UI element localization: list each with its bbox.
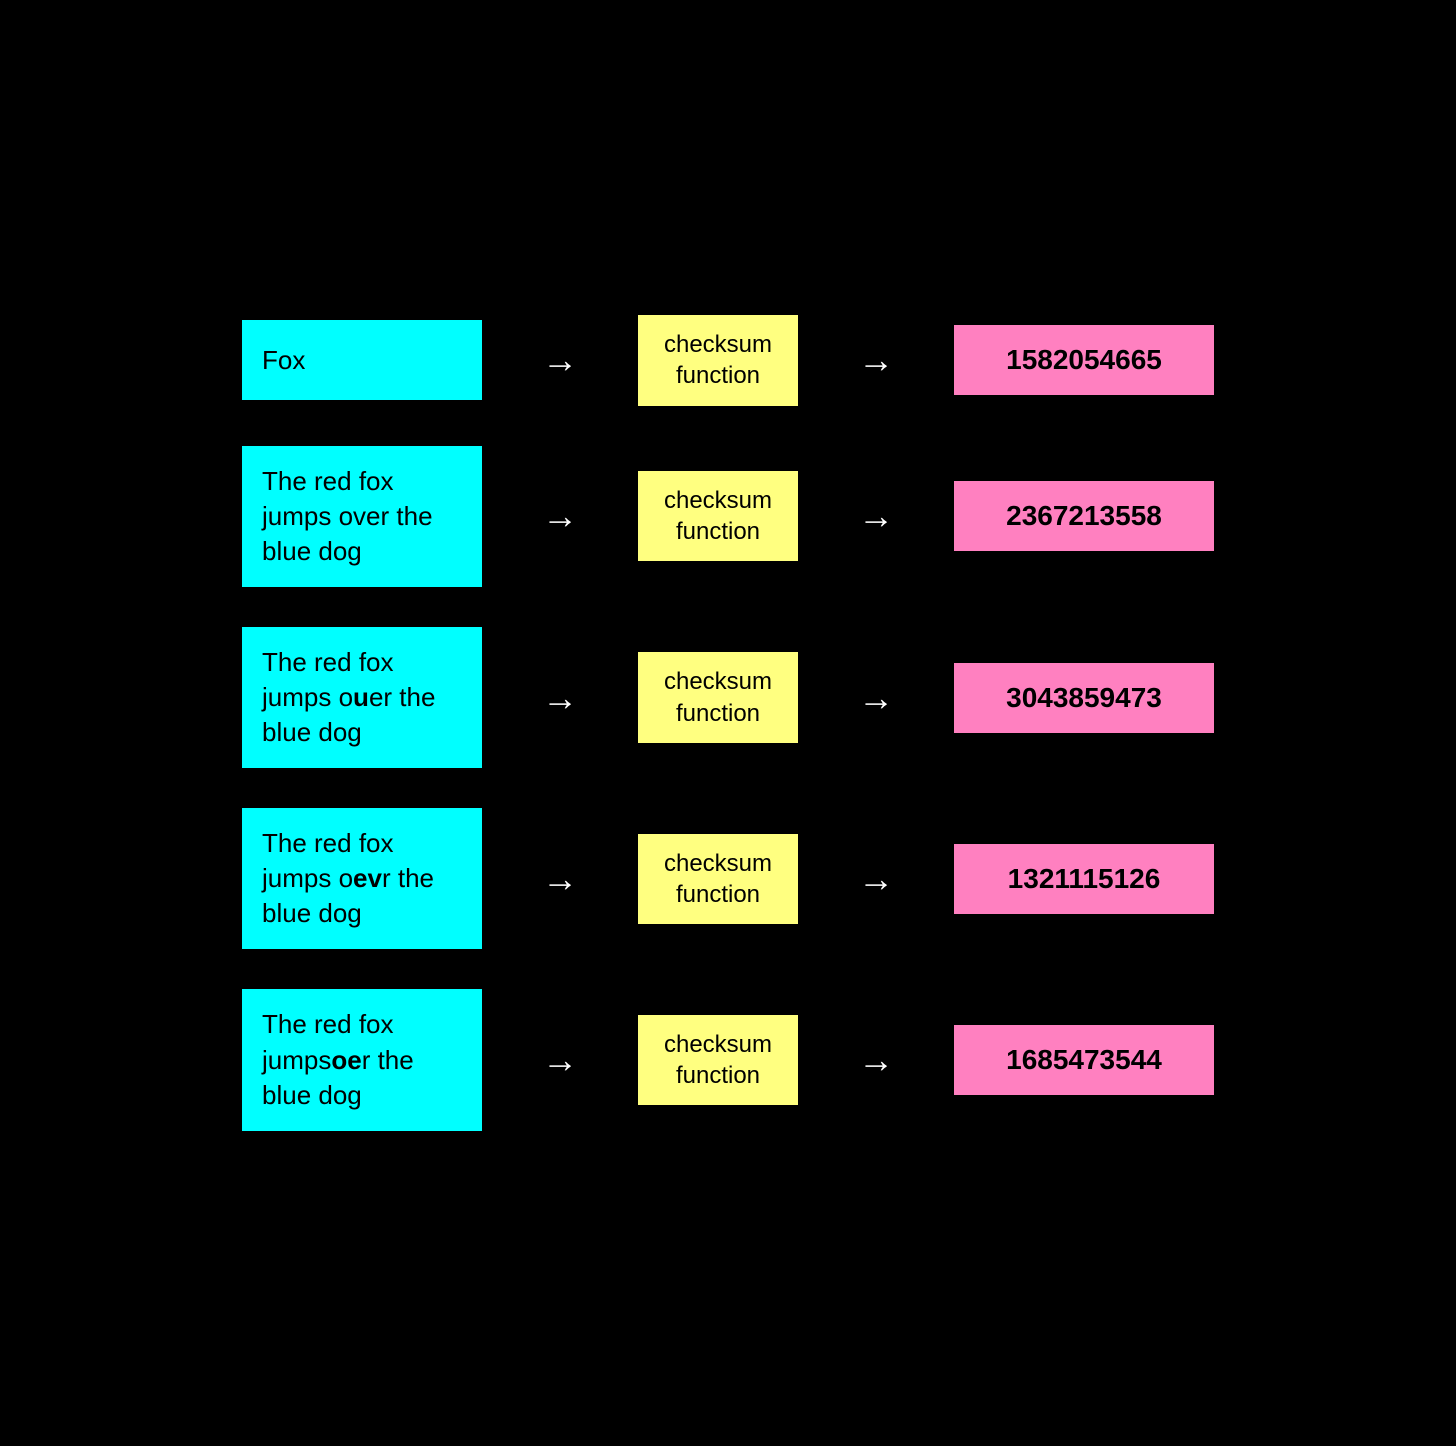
- output-box-1: 1582054665: [954, 325, 1214, 395]
- checksum-box-4: checksumfunction: [638, 834, 798, 924]
- checksum-box-2: checksumfunction: [638, 471, 798, 561]
- input-text-4: The red fox jumps oevr the blue dog: [262, 826, 462, 931]
- checksum-label-5: checksumfunction: [664, 1029, 772, 1091]
- checksum-box-5: checksumfunction: [638, 1015, 798, 1105]
- output-value-1: 1582054665: [1006, 344, 1162, 376]
- row-1: Fox → checksumfunction → 1582054665: [242, 315, 1214, 405]
- arrow-1: →: [542, 339, 578, 381]
- arrow-out-1: →: [858, 339, 894, 381]
- row-5: The red fox jumpsoer the blue dog → chec…: [242, 989, 1214, 1130]
- arrow-out-3: →: [858, 677, 894, 719]
- input-box-4: The red fox jumps oevr the blue dog: [242, 808, 482, 949]
- arrow-4: →: [542, 858, 578, 900]
- input-text-3: The red fox jumps ouer the blue dog: [262, 645, 462, 750]
- input-box-5: The red fox jumpsoer the blue dog: [242, 989, 482, 1130]
- checksum-box-1: checksumfunction: [638, 315, 798, 405]
- output-box-3: 3043859473: [954, 663, 1214, 733]
- arrow-out-5: →: [858, 1039, 894, 1081]
- input-box-1: Fox: [242, 320, 482, 400]
- input-text-5: The red fox jumpsoer the blue dog: [262, 1007, 462, 1112]
- row-3: The red fox jumps ouer the blue dog → ch…: [242, 627, 1214, 768]
- row-4: The red fox jumps oevr the blue dog → ch…: [242, 808, 1214, 949]
- checksum-label-1: checksumfunction: [664, 329, 772, 391]
- checksum-label-4: checksumfunction: [664, 848, 772, 910]
- output-value-4: 1321115126: [1008, 863, 1161, 895]
- checksum-label-2: checksumfunction: [664, 485, 772, 547]
- output-box-5: 1685473544: [954, 1025, 1214, 1095]
- input-text-2: The red fox jumps over the blue dog: [262, 464, 462, 569]
- input-text-1: Fox: [262, 343, 305, 378]
- output-value-2: 2367213558: [1006, 500, 1162, 532]
- diagram: Fox → checksumfunction → 1582054665 The …: [202, 255, 1254, 1191]
- arrow-out-4: →: [858, 858, 894, 900]
- arrow-2: →: [542, 495, 578, 537]
- output-value-5: 1685473544: [1006, 1044, 1162, 1076]
- output-box-4: 1321115126: [954, 844, 1214, 914]
- output-value-3: 3043859473: [1006, 682, 1162, 714]
- input-box-3: The red fox jumps ouer the blue dog: [242, 627, 482, 768]
- row-2: The red fox jumps over the blue dog → ch…: [242, 446, 1214, 587]
- checksum-box-3: checksumfunction: [638, 652, 798, 742]
- arrow-5: →: [542, 1039, 578, 1081]
- checksum-label-3: checksumfunction: [664, 666, 772, 728]
- output-box-2: 2367213558: [954, 481, 1214, 551]
- arrow-out-2: →: [858, 495, 894, 537]
- input-box-2: The red fox jumps over the blue dog: [242, 446, 482, 587]
- arrow-3: →: [542, 677, 578, 719]
